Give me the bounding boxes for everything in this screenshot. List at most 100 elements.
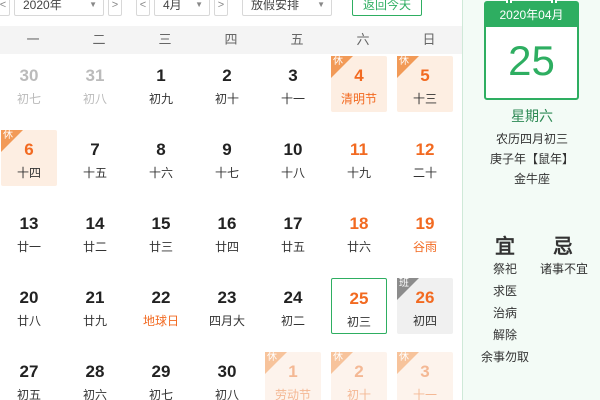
calendar-day-cell[interactable]: 休 4 清明节 — [331, 56, 387, 112]
calendar-day-cell[interactable]: 20 廿八 — [1, 278, 57, 334]
lunar-label: 初十 — [346, 388, 371, 400]
calendar-day-cell[interactable]: 2 初十 — [199, 56, 255, 112]
holiday-select[interactable]: 放假安排 ▼ — [242, 0, 332, 16]
day-number: 2 — [222, 66, 232, 85]
lunar-label: 十九 — [346, 166, 371, 180]
lunar-label: 初八 — [82, 92, 107, 106]
lunar-label: 十一 — [412, 388, 437, 400]
year-select[interactable]: 2020年 ▼ — [14, 0, 104, 16]
lunar-label: 初四 — [412, 314, 437, 328]
lunar-label: 初九 — [148, 92, 173, 106]
calendar-day-cell[interactable]: 27 初五 — [1, 352, 57, 400]
calendar-day-cell[interactable]: 3 十一 — [265, 56, 321, 112]
day-number: 7 — [90, 140, 100, 159]
calendar-day-cell[interactable]: 7 十五 — [67, 130, 123, 186]
yi-item: 余事勿取 — [480, 350, 529, 364]
day-number: 13 — [19, 214, 39, 233]
calendar-day-cell[interactable]: 1 初九 — [133, 56, 189, 112]
prev-month-arrow[interactable]: < — [136, 0, 150, 16]
calendar-day-cell[interactable]: 28 初六 — [67, 352, 123, 400]
calendar-day-cell[interactable]: 11 十九 — [331, 130, 387, 186]
calendar-day-cell[interactable]: 29 初七 — [133, 352, 189, 400]
calendar-day-cell[interactable]: 14 廿二 — [67, 204, 123, 260]
lunar-label: 十四 — [16, 166, 41, 180]
lunar-label: 十五 — [82, 166, 107, 180]
day-number: 1 — [156, 66, 166, 85]
chevron-down-icon: ▼ — [317, 0, 325, 9]
lunar-label: 初二 — [280, 314, 305, 328]
next-month-arrow[interactable]: > — [214, 0, 228, 16]
day-number: 8 — [156, 140, 166, 159]
lunar-label: 劳动节 — [274, 388, 311, 400]
lunar-label: 谷雨 — [412, 240, 437, 254]
lunar-label: 廿五 — [280, 240, 305, 254]
day-number: 28 — [85, 362, 105, 381]
calendar-day-cell[interactable]: 30 初七 — [1, 56, 57, 112]
day-number: 5 — [420, 66, 430, 85]
lunar-label: 十六 — [148, 166, 173, 180]
lunar-label: 初三 — [346, 315, 371, 329]
calendar-day-cell[interactable]: 8 十六 — [133, 130, 189, 186]
calendar-day-cell[interactable]: 15 廿三 — [133, 204, 189, 260]
ganzhi-year: 庚子年【鼠年】 — [489, 152, 574, 166]
lunar-label: 十三 — [412, 92, 437, 106]
calendar-day-cell[interactable]: 13 廿一 — [1, 204, 57, 260]
constellation: 金牛座 — [513, 172, 550, 186]
calendar-day-cell[interactable]: 休 5 十三 — [397, 56, 453, 112]
calendar-day-cell[interactable]: 10 十八 — [265, 130, 321, 186]
calendar-day-cell[interactable]: 9 十七 — [199, 130, 255, 186]
calendar-day-cell[interactable]: 19 谷雨 — [397, 204, 453, 260]
calendar-toolbar: < 2020年 ▼ > < 4月 ▼ > 放假安排 ▼ 返回今天 — [0, 0, 462, 26]
prev-year-arrow[interactable]: < — [0, 0, 10, 16]
month-select[interactable]: 4月 ▼ — [154, 0, 210, 16]
calendar-day-cell[interactable]: 18 廿六 — [331, 204, 387, 260]
back-to-today-button[interactable]: 返回今天 — [352, 0, 422, 16]
calendar-day-cell[interactable]: 休 2 初十 — [331, 352, 387, 400]
day-number: 11 — [350, 140, 368, 159]
day-number: 24 — [283, 288, 303, 307]
ji-title: 忌 — [553, 236, 573, 258]
calendar-day-cell[interactable]: 16 廿四 — [199, 204, 255, 260]
lunar-label: 初六 — [82, 388, 107, 400]
lunar-label: 廿四 — [214, 240, 239, 254]
day-number: 14 — [85, 214, 105, 233]
day-number: 17 — [283, 214, 303, 233]
lunar-label: 初七 — [148, 388, 173, 400]
day-number: 30 — [217, 362, 237, 381]
calendar-day-cell[interactable]: 22 地球日 — [133, 278, 189, 334]
date-detail-panel: 2020年04月 25 星期六 农历四月初三 庚子年【鼠年】 金牛座 宜 忌 祭… — [462, 0, 600, 400]
day-number: 27 — [19, 362, 39, 381]
calendar-day-cell[interactable]: 24 初二 — [265, 278, 321, 334]
calendar-day-cell[interactable]: 21 廿九 — [67, 278, 123, 334]
calendar-day-cell[interactable]: 休 1 劳动节 — [265, 352, 321, 400]
lunar-label: 四月大 — [208, 314, 245, 328]
calendar-day-cell[interactable]: 休 3 十一 — [397, 352, 453, 400]
lunar-label: 廿三 — [148, 240, 173, 254]
calendar-day-cell[interactable]: 25 初三 — [331, 278, 387, 334]
day-number: 15 — [151, 214, 171, 233]
day-number: 4 — [354, 66, 364, 85]
lunar-label: 廿九 — [82, 314, 107, 328]
day-number: 1 — [288, 362, 298, 381]
month-select-label: 4月 — [163, 0, 182, 12]
day-number: 10 — [283, 140, 303, 159]
calendar-day-cell[interactable]: 31 初八 — [67, 56, 123, 112]
day-number: 16 — [217, 214, 237, 233]
calendar-day-cell[interactable]: 班 26 初四 — [397, 278, 453, 334]
yi-item: 求医 — [492, 284, 517, 298]
calendar-day-cell[interactable]: 17 廿五 — [265, 204, 321, 260]
calendar-day-cell[interactable]: 30 初八 — [199, 352, 255, 400]
next-year-arrow[interactable]: > — [108, 0, 122, 16]
calendar-day-cell[interactable]: 23 四月大 — [199, 278, 255, 334]
selected-weekday: 星期六 — [511, 108, 553, 124]
lunar-date: 农历四月初三 — [495, 132, 568, 146]
lunar-label: 初八 — [214, 388, 239, 400]
calendar-day-cell[interactable]: 12 二十 — [397, 130, 453, 186]
lunar-label: 廿一 — [16, 240, 41, 254]
lunar-label: 二十 — [412, 166, 437, 180]
chevron-down-icon: ▼ — [89, 0, 97, 9]
calendar-day-cell[interactable]: 休 6 十四 — [1, 130, 57, 186]
day-number: 29 — [151, 362, 171, 381]
ji-item: 诸事不宜 — [539, 262, 588, 276]
big-date-month: 2020年04月 — [486, 3, 577, 27]
